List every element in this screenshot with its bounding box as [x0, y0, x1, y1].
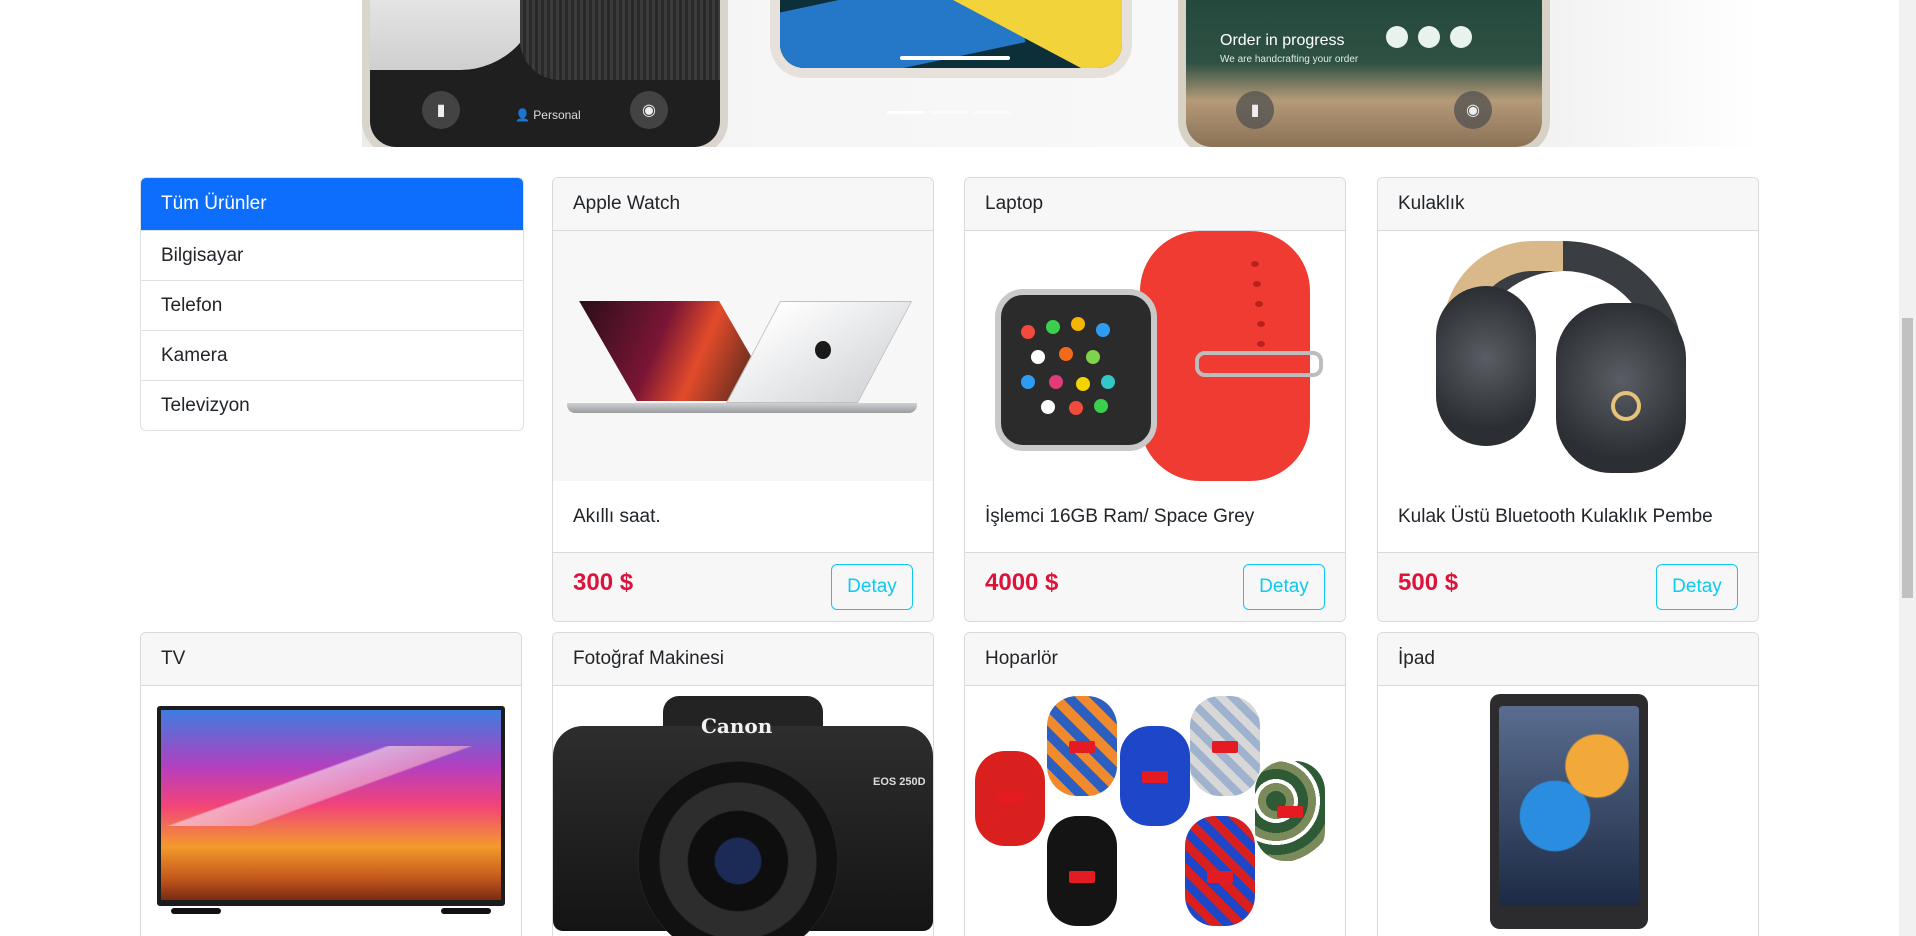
product-card: Apple Watch Akıllı saat. 300 $ Detay	[552, 177, 934, 622]
strap-hole	[1253, 281, 1261, 287]
strap-hole	[1257, 341, 1265, 347]
speaker-camo	[1255, 761, 1325, 861]
speaker-brand-tag	[1069, 741, 1095, 753]
product-price: 500 $	[1398, 569, 1459, 596]
speaker-brand-tag	[997, 791, 1023, 803]
slide-photo	[370, 0, 540, 70]
product-title: Fotoğraf Makinesi	[553, 633, 933, 686]
tv-foot	[441, 908, 491, 914]
strap-hole	[1255, 301, 1263, 307]
speaker-brand-tag	[1212, 741, 1238, 753]
hero-carousel[interactable]: ▮ 👤 Personal ◉ ▮ ◉ Order in progress We …	[362, 0, 1760, 147]
category-item-camera[interactable]: Kamera	[141, 330, 523, 380]
product-image-headphones[interactable]	[1378, 231, 1758, 481]
tv-screen-mountain	[161, 746, 501, 826]
camera-icon: ◉	[630, 91, 668, 129]
order-title: Order in progress	[1220, 32, 1345, 49]
carousel-slide-wallpaper: ▮ ◉	[770, 0, 1132, 78]
navigation-icon	[1386, 26, 1408, 48]
product-card: Kulaklık Kulak Üstü Bluetooth Kulaklık P…	[1377, 177, 1759, 622]
camera-model: EOS 250D	[873, 776, 926, 788]
product-card: Fotoğraf Makinesi Canon EOS 250D	[552, 632, 934, 936]
card-footer: 300 $ Detay	[553, 552, 933, 621]
apple-logo-icon	[815, 341, 831, 359]
speaker-brand-tag	[1142, 771, 1168, 783]
speaker-striped	[1047, 696, 1117, 796]
product-title: Apple Watch	[553, 178, 933, 231]
product-title: İpad	[1378, 633, 1758, 686]
card-footer: 500 $ Detay	[1378, 552, 1758, 621]
ipad-screen	[1499, 706, 1639, 906]
watch-face	[995, 289, 1157, 451]
carousel-indicator-2[interactable]	[930, 111, 968, 114]
camera-icon: ◉	[1454, 91, 1492, 129]
product-price: 4000 $	[985, 569, 1059, 596]
strap-hole	[1251, 261, 1259, 267]
scrollbar-track[interactable]	[1899, 0, 1916, 936]
laptop-base	[567, 403, 917, 413]
product-image-camera[interactable]: Canon EOS 250D	[553, 686, 933, 936]
carousel-slide-personal: ▮ 👤 Personal ◉	[362, 0, 728, 147]
product-card: Laptop İşlemci 16GB Ram/ Space Grey 4000…	[964, 177, 1346, 622]
order-subtitle: We are handcrafting your order	[1220, 54, 1359, 65]
product-image-speakers[interactable]	[965, 686, 1345, 936]
headphone-right-cup	[1556, 303, 1686, 473]
page: ▮ 👤 Personal ◉ ▮ ◉ Order in progress We …	[0, 0, 1916, 936]
scrollbar-thumb[interactable]	[1902, 318, 1913, 598]
category-item-computer[interactable]: Bilgisayar	[141, 230, 523, 280]
speaker-brand-tag	[1069, 871, 1095, 883]
product-description: Kulak Üstü Bluetooth Kulaklık Pembe	[1398, 506, 1713, 527]
cup-icon	[1450, 26, 1472, 48]
speaker-brand-tag	[1207, 871, 1233, 883]
product-title: Kulaklık	[1378, 178, 1758, 231]
speaker-red	[975, 751, 1045, 846]
carousel-slide-order: Order in progress We are handcrafting yo…	[1178, 0, 1550, 147]
tv-foot	[171, 908, 221, 914]
category-item-television[interactable]: Televizyon	[141, 380, 523, 430]
product-description: İşlemci 16GB Ram/ Space Grey	[985, 506, 1255, 527]
carousel-indicators	[887, 111, 1011, 114]
product-card: İpad	[1377, 632, 1759, 936]
product-image-ipad[interactable]	[1378, 686, 1758, 936]
detail-button[interactable]: Detay	[1243, 564, 1325, 610]
flashlight-icon: ▮	[422, 91, 460, 129]
camera-brand: Canon	[701, 714, 773, 738]
product-card: Hoparlör	[964, 632, 1346, 936]
product-image-watch[interactable]	[965, 231, 1345, 481]
product-title: Hoparlör	[965, 633, 1345, 686]
speaker-grey	[1190, 696, 1260, 796]
card-footer: 4000 $ Detay	[965, 552, 1345, 621]
product-title: Laptop	[965, 178, 1345, 231]
person-icon	[1418, 26, 1440, 48]
personal-label-text: Personal	[533, 108, 581, 122]
headphone-left-cup	[1436, 286, 1536, 446]
category-list: Tüm Ürünler Bilgisayar Telefon Kamera Te…	[140, 177, 524, 431]
slide-photo-sweater	[520, 0, 720, 80]
product-title: TV	[141, 633, 521, 686]
carousel-indicator-3[interactable]	[973, 111, 1011, 114]
speaker-black	[1047, 816, 1117, 926]
carousel-indicator-1[interactable]	[887, 111, 925, 114]
detail-button[interactable]: Detay	[1656, 564, 1738, 610]
speaker-red-blue	[1185, 816, 1255, 926]
category-item-all[interactable]: Tüm Ürünler	[141, 178, 523, 230]
category-item-phone[interactable]: Telefon	[141, 280, 523, 330]
order-progress-icons	[1386, 26, 1472, 48]
flashlight-icon: ▮	[1236, 91, 1274, 129]
beats-logo-icon	[1611, 391, 1641, 421]
speaker-blue	[1120, 726, 1190, 826]
detail-button[interactable]: Detay	[831, 564, 913, 610]
product-description: Akıllı saat.	[573, 506, 661, 527]
home-indicator	[900, 56, 1010, 60]
speaker-brand-tag	[1277, 806, 1303, 818]
product-price: 300 $	[573, 569, 634, 596]
product-image-tv[interactable]	[141, 686, 521, 936]
product-image-laptop[interactable]	[553, 231, 933, 481]
watch-buckle	[1195, 351, 1323, 377]
product-card: TV	[140, 632, 522, 936]
strap-hole	[1257, 321, 1265, 327]
slide-personal-label: 👤 Personal	[515, 108, 581, 122]
